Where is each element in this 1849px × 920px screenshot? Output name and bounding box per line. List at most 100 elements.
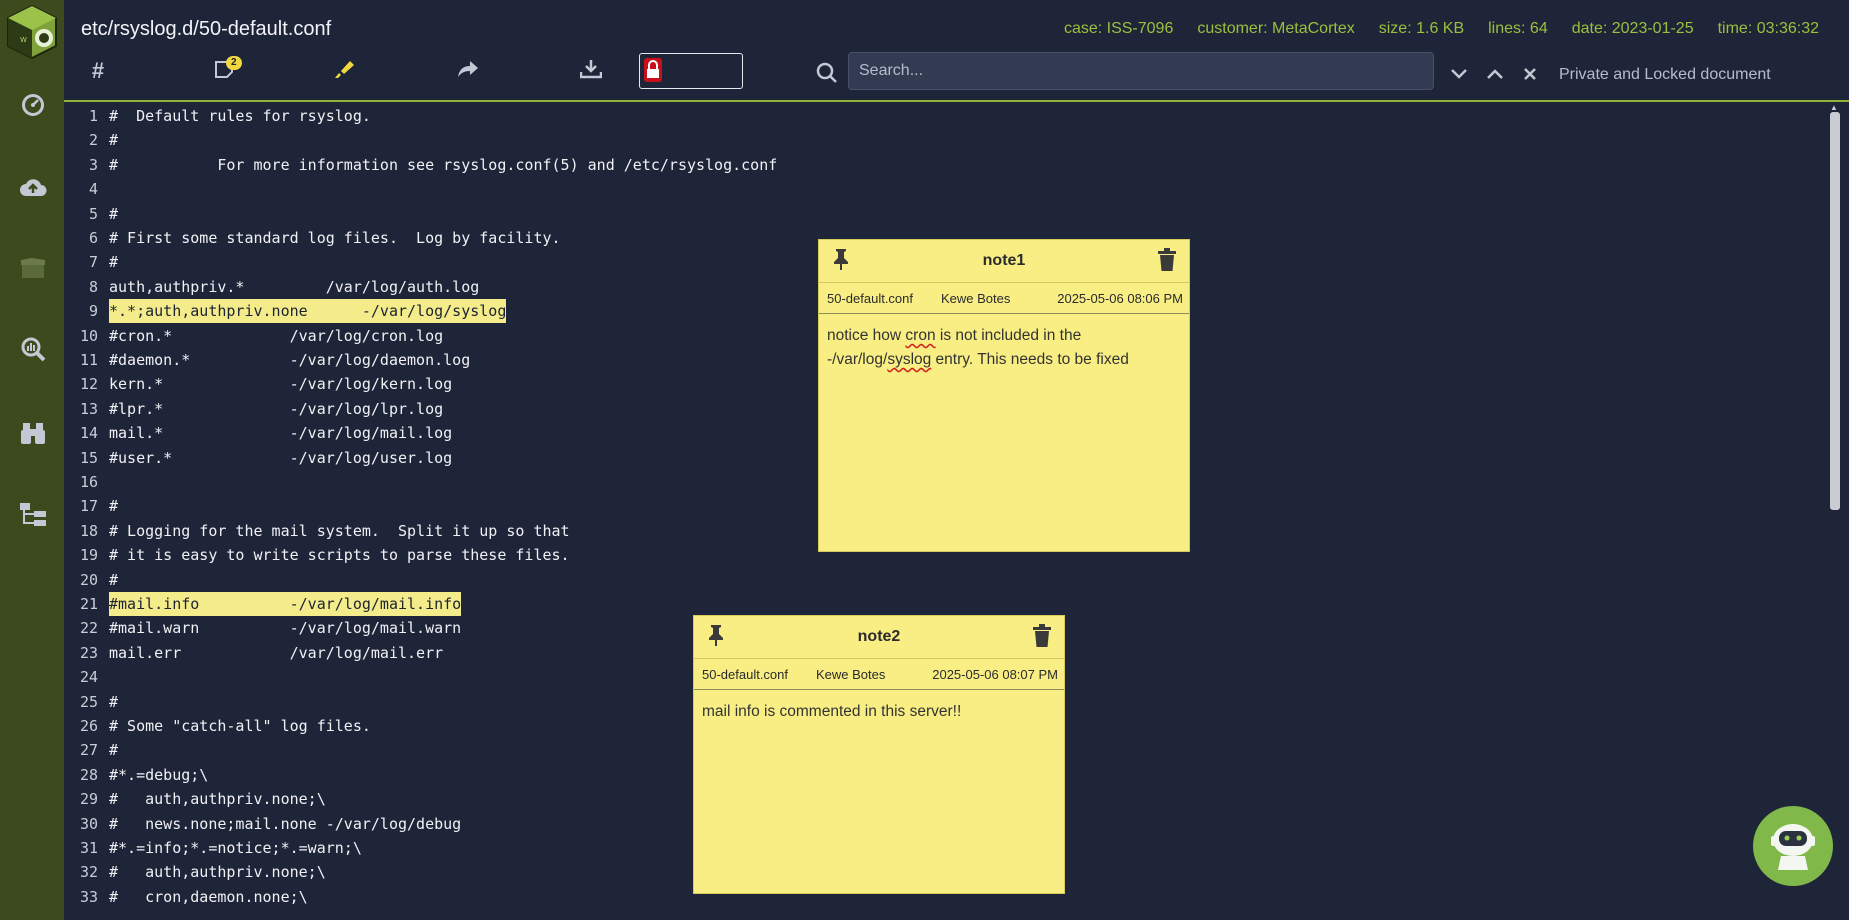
line-number: 9 [88,302,98,321]
chevron-down-icon [1450,67,1468,85]
line-number: 2 [88,131,98,150]
search-input[interactable] [848,52,1434,90]
note-timestamp: 2025-05-06 08:06 PM [1057,291,1183,306]
svg-text:W: W [20,36,27,44]
dashboard-icon[interactable] [18,90,48,120]
line-number: 6 [88,229,98,247]
lock-toggle[interactable] [639,53,743,89]
tree-icon[interactable] [18,500,48,530]
note-title: note1 [982,252,1026,269]
line-number: 23 [79,643,98,662]
document-header: etc/rsyslog.d/50-default.conf case: ISS-… [64,0,1849,102]
code-text: # Some "catch-all" log files. [109,717,371,735]
line-number: 32 [79,863,98,882]
highlighter-icon [335,59,357,84]
line-number: 31 [79,839,98,857]
line-number: 7 [88,253,98,272]
line-number: 5 [88,204,98,223]
code-text: # auth,authpriv.none;\ [109,790,326,809]
note-header: note1 [819,240,1189,283]
line-number: 27 [79,741,98,760]
assistant-bot-button[interactable] [1753,806,1833,886]
scroll-up-arrow-icon[interactable]: ▲ [1830,103,1838,112]
robot-icon [1765,816,1821,877]
binoculars-icon[interactable] [18,418,48,448]
share-button[interactable] [448,56,488,86]
code-text: # [109,741,119,760]
code-text: # [109,570,119,589]
size-label: size: 1.6 KB [1378,20,1465,37]
trash-icon[interactable] [1032,624,1052,653]
note-timestamp: 2025-05-06 08:07 PM [932,667,1058,682]
time-label: time: 03:36:32 [1717,20,1819,37]
note-meta: 50-default.conf Kewe Botes 2025-05-06 08… [819,283,1189,314]
scrollbar-thumb[interactable] [1830,112,1840,510]
trash-icon[interactable] [1157,248,1177,277]
line-number: 15 [79,448,98,467]
previous-match-button[interactable] [1483,64,1507,88]
code-text: # [109,692,119,711]
download-icon [579,59,603,84]
close-icon [1523,67,1537,86]
line-number: 3 [88,155,98,174]
note-body[interactable]: mail info is commented in this server!! [694,690,1064,734]
note-text: notice how [827,327,906,344]
line-numbers-button[interactable]: # [78,56,118,86]
notes-count-badge: 2 [226,56,242,70]
line-number: 21 [79,595,98,613]
code-text: # Default rules for rsyslog. [109,107,371,125]
line-number: 13 [79,399,98,418]
hash-icon: # [91,58,105,83]
code-text-highlighted: *.*;auth,authpriv.none -/var/log/syslog [109,299,507,324]
line-number: 12 [79,375,98,394]
case-label: case: ISS-7096 [1063,20,1174,37]
code-text: # [109,204,119,223]
code-text: #lpr.* -/var/log/lpr.log [109,399,444,418]
code-text: # Logging for the mail system. Split it … [109,521,570,540]
code-text: # First some standard log files. Log by … [109,229,561,247]
note-text: entry. This needs to be fixed [931,351,1129,368]
line-number: 17 [79,497,98,516]
code-text: #*.=info;*.=notice;*.=warn;\ [109,839,362,857]
analytics-search-icon[interactable] [18,334,48,364]
code-text: #daemon.* -/var/log/daemon.log [109,351,471,369]
line-number: 8 [88,277,98,296]
note-text-misspelled: cron [905,327,936,344]
code-text: # [109,497,119,516]
code-text: #*.=debug;\ [109,765,209,784]
note-body[interactable]: notice how cron is not included in the -/… [819,314,1189,382]
clear-search-button[interactable] [1518,64,1542,88]
sticky-note[interactable]: note2 50-default.conf Kewe Botes 2025-05… [693,615,1065,894]
line-number: 10 [79,326,98,345]
highlight-button[interactable] [326,56,366,86]
note-author: Kewe Botes [816,667,886,682]
sticky-note[interactable]: note1 50-default.conf Kewe Botes 2025-05… [818,239,1190,552]
line-number: 18 [79,521,98,540]
line-number: 1 [88,107,98,125]
download-button[interactable] [571,56,611,86]
code-text: # For more information see rsyslog.conf(… [109,155,778,174]
app-logo-icon[interactable]: W [4,4,60,60]
note-header: note2 [694,616,1064,659]
search-icon[interactable] [816,62,838,89]
line-number: 20 [79,570,98,589]
line-number: 26 [79,717,98,735]
line-number: 25 [79,692,98,711]
line-number: 24 [79,668,98,687]
cloud-upload-icon[interactable] [18,172,48,202]
line-number: 28 [79,765,98,784]
note-text: -/var/log/ [827,351,888,368]
file-path-title: etc/rsyslog.d/50-default.conf [81,18,332,40]
note-text: is not included in the [935,327,1082,344]
date-label: date: 2023-01-25 [1571,20,1694,37]
next-match-button[interactable] [1447,64,1471,88]
code-text: # [109,131,119,150]
code-text: kern.* -/var/log/kern.log [109,375,453,394]
code-text: # news.none;mail.none -/var/log/debug [109,814,462,833]
code-text: # [109,253,119,272]
box-icon[interactable] [18,253,48,283]
customer-label: customer: MetaCortex [1197,20,1355,37]
note-author: Kewe Botes [941,291,1011,306]
code-text: # auth,authpriv.none;\ [109,863,326,882]
notes-button[interactable]: 2 [204,56,244,86]
